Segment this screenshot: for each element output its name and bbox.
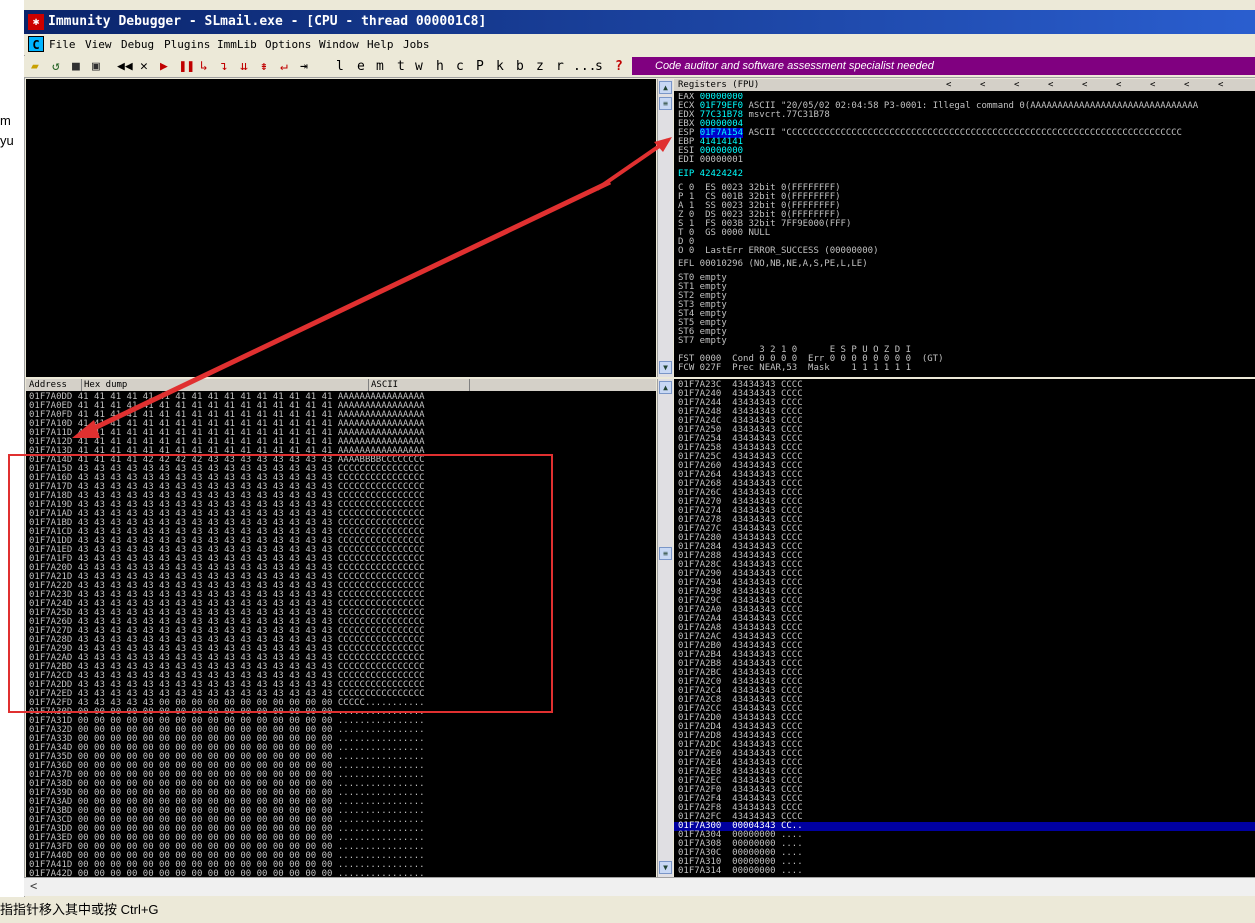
open-icon[interactable]: ▰ bbox=[31, 56, 39, 77]
toolbar-patches-button[interactable]: P bbox=[476, 56, 484, 77]
scroll-thumb[interactable]: ≡ bbox=[659, 547, 672, 560]
toolbar-call-stack-button[interactable]: k bbox=[496, 56, 504, 77]
annotation-highlight-box bbox=[8, 454, 553, 713]
toolbar-run-trace-button[interactable]: ... bbox=[573, 56, 596, 77]
rewind-icon[interactable]: ◀◀ bbox=[117, 56, 133, 77]
disassembly-pane[interactable] bbox=[26, 79, 656, 377]
stack-row[interactable]: 01F7A314 00000000 .... bbox=[678, 867, 803, 876]
efl-line: EFL 00010296 (NO,NB,NE,A,S,PE,L,LE) bbox=[678, 259, 868, 269]
window-title-bar[interactable]: ✱ Immunity Debugger - SLmail.exe - [CPU … bbox=[24, 10, 1255, 34]
menu-file[interactable]: File bbox=[49, 34, 76, 55]
register-comment: msvcrt.77C31B78 bbox=[748, 110, 830, 120]
background-text-fragment: m bbox=[0, 113, 11, 128]
trace-over-icon[interactable]: ⇟ bbox=[260, 56, 268, 77]
background-text-fragment: yu bbox=[0, 133, 14, 148]
scroll-up-arrow-icon[interactable]: ▲ bbox=[659, 381, 672, 394]
close-icon[interactable]: ■ bbox=[72, 56, 80, 77]
menu-debug[interactable]: Debug bbox=[121, 34, 154, 55]
column-header-hex[interactable]: Hex dump bbox=[81, 379, 127, 391]
menu-immlib[interactable]: ImmLib bbox=[217, 34, 257, 55]
toolbar-cpu-button[interactable]: c bbox=[456, 56, 464, 77]
toolbar-source-button[interactable]: s bbox=[595, 56, 603, 77]
ad-banner[interactable]: Code auditor and software assessment spe… bbox=[632, 57, 1255, 75]
step-over-icon[interactable]: ↴ bbox=[220, 56, 228, 77]
registers-title: Registers (FPU) bbox=[678, 80, 760, 90]
column-arrow-icon[interactable]: < bbox=[980, 79, 985, 91]
scroll-down-arrow-icon[interactable]: ▼ bbox=[659, 861, 672, 874]
column-arrow-icon[interactable]: < bbox=[1150, 79, 1155, 91]
menu-plugins[interactable]: Plugins bbox=[164, 34, 210, 55]
scroll-left-arrow-icon[interactable]: < bbox=[30, 879, 37, 893]
toolbar-threads-button[interactable]: t bbox=[397, 56, 405, 77]
top-strip bbox=[24, 0, 1255, 10]
restart-icon[interactable]: ↺ bbox=[52, 56, 60, 77]
scroll-thumb[interactable]: ≡ bbox=[659, 97, 672, 110]
goto-icon[interactable]: ⇥ bbox=[300, 56, 308, 77]
eip-line[interactable]: EIP 42424242 bbox=[678, 170, 743, 179]
column-arrow-icon[interactable]: < bbox=[1082, 79, 1087, 91]
cpu-window-icon[interactable]: C bbox=[28, 36, 44, 52]
dump-header: Address Hex dump ASCII bbox=[26, 379, 656, 391]
menu-bar: C File View Debug Plugins ImmLib Options… bbox=[24, 34, 1255, 55]
column-arrow-icon[interactable]: < bbox=[1116, 79, 1121, 91]
app-icon: ✱ bbox=[28, 14, 44, 30]
stack-pane[interactable]: 01F7A23C 43434343 CCCC 01F7A240 43434343 … bbox=[674, 379, 1255, 877]
toolbar-memory-button[interactable]: m bbox=[376, 56, 384, 77]
pause-icon[interactable]: ❚❚ bbox=[179, 56, 195, 77]
run-icon[interactable]: ▶ bbox=[160, 56, 168, 77]
view-icon[interactable]: ▣ bbox=[92, 56, 100, 77]
registers-header[interactable]: Registers (FPU) < < < < < < < < < bbox=[674, 79, 1255, 91]
window-title: Immunity Debugger - SLmail.exe - [CPU - … bbox=[48, 14, 487, 29]
toolbar-breakpoints-button[interactable]: b bbox=[516, 56, 524, 77]
flag-line: O 0 LastErr ERROR_SUCCESS (00000000) bbox=[678, 246, 879, 256]
toolbar-help-button[interactable]: ? bbox=[615, 56, 623, 77]
stop-icon[interactable]: ✕ bbox=[140, 56, 148, 77]
status-bar: 指指针移入其中或按 Ctrl+G bbox=[0, 897, 1255, 917]
trace-into-icon[interactable]: ⇊ bbox=[240, 56, 248, 77]
fcw-line: FCW 027F Prec NEAR,53 Mask 1 1 1 1 1 1 bbox=[678, 363, 911, 373]
column-header-address[interactable]: Address bbox=[29, 379, 67, 391]
column-arrow-icon[interactable]: < bbox=[1184, 79, 1189, 91]
toolbar-z-button[interactable]: z bbox=[536, 56, 544, 77]
dump-scrollbar[interactable]: ▲ ≡ ▼ bbox=[657, 379, 673, 877]
menu-window[interactable]: Window bbox=[319, 34, 359, 55]
column-arrow-icon[interactable]: < bbox=[1014, 79, 1019, 91]
column-header-ascii[interactable]: ASCII bbox=[368, 379, 470, 391]
toolbar-log-button[interactable]: l bbox=[336, 56, 344, 77]
toolbar-windows-button[interactable]: w bbox=[415, 56, 423, 77]
column-arrow-icon[interactable]: < bbox=[946, 79, 951, 91]
disassembly-scrollbar[interactable]: ▲ ≡ ▼ bbox=[657, 79, 673, 377]
menu-jobs[interactable]: Jobs bbox=[403, 34, 430, 55]
register-value[interactable]: 00000001 bbox=[700, 155, 743, 165]
horizontal-scrollbar[interactable]: < bbox=[24, 877, 1255, 896]
menu-view[interactable]: View bbox=[85, 34, 112, 55]
step-into-icon[interactable]: ↳ bbox=[200, 56, 208, 77]
register-values: EAX 00000000 ECX 01F79EF0 ASCII "20/05/0… bbox=[678, 93, 1255, 377]
register-comment: ASCII "CCCCCCCCCCCCCCCCCCCCCCCCCCCCCCCCC… bbox=[748, 128, 1182, 138]
toolbar-executable-modules-button[interactable]: e bbox=[357, 56, 365, 77]
menu-help[interactable]: Help bbox=[367, 34, 394, 55]
scroll-down-arrow-icon[interactable]: ▼ bbox=[659, 361, 672, 374]
register-name: EDI bbox=[678, 155, 695, 165]
column-arrow-icon[interactable]: < bbox=[1218, 79, 1223, 91]
column-arrow-icon[interactable]: < bbox=[1048, 79, 1053, 91]
dump-row[interactable]: 01F7A42D 00 00 00 00 00 00 00 00 00 00 0… bbox=[29, 870, 425, 878]
scroll-up-arrow-icon[interactable]: ▲ bbox=[659, 81, 672, 94]
toolbar-handles-button[interactable]: h bbox=[436, 56, 444, 77]
execute-till-return-icon[interactable]: ↵ bbox=[280, 56, 288, 77]
toolbar-references-button[interactable]: r bbox=[556, 56, 564, 77]
menu-options[interactable]: Options bbox=[265, 34, 311, 55]
